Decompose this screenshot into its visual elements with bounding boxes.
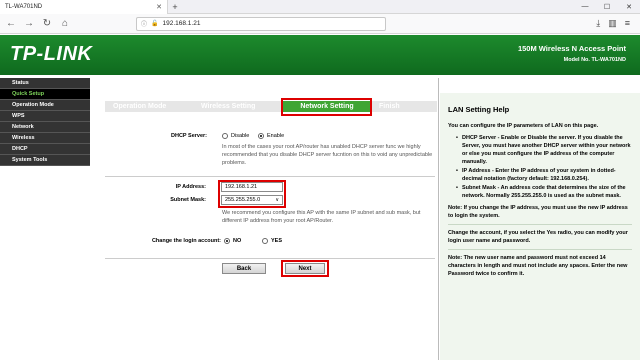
login-yes-radio[interactable]	[262, 238, 268, 244]
tplink-logo: TP-LINK	[10, 43, 93, 65]
step-operation-mode: Operation Mode	[113, 103, 167, 110]
step-wireless-setting: Wireless Setting	[201, 103, 256, 110]
help-change-account: Change the account, if you select the Ye…	[448, 230, 628, 244]
product-name: 150M Wireless N Access Point	[517, 44, 626, 53]
dhcp-disable-option[interactable]: Disable	[222, 133, 249, 139]
dhcp-enable-option[interactable]: Enable	[258, 133, 284, 139]
menu-item-wps[interactable]: WPS	[0, 111, 90, 122]
login-no-radio[interactable]	[224, 238, 230, 244]
highlight-ip-fields	[218, 180, 286, 208]
login-no-label: NO	[233, 238, 242, 244]
dhcp-enable-label: Enable	[267, 133, 285, 139]
tab-title: TL-WA701ND	[5, 3, 43, 10]
wizard-steps: Operation Mode Wireless Setting Network …	[105, 101, 437, 112]
login-yes-label: YES	[271, 238, 283, 244]
menu-item-wireless[interactable]: Wireless	[0, 133, 90, 144]
highlight-next-button	[281, 260, 329, 277]
dhcp-note: In most of the cases your root AP/router…	[222, 144, 433, 166]
browser-navbar: ← → ↻ ⌂ ⓘ 🔓 192.168.1.21 ⤓ ▥ ≡	[0, 14, 640, 34]
back-icon[interactable]: ←	[4, 17, 18, 31]
menu-item-dhcp[interactable]: DHCP	[0, 144, 90, 155]
back-button[interactable]: Back	[222, 263, 266, 274]
ip-address-label: IP Address:	[175, 184, 206, 190]
forward-icon[interactable]: →	[22, 17, 36, 31]
sidebar-menu: Status Quick Setup Operation Mode WPS Ne…	[0, 78, 90, 166]
login-yes-option[interactable]: YES	[262, 238, 282, 244]
menu-item-operation-mode[interactable]: Operation Mode	[0, 100, 90, 111]
menu-item-network[interactable]: Network	[0, 122, 90, 133]
new-tab-icon[interactable]: +	[168, 2, 182, 12]
help-bullets: DHCP Server - Enable or Disable the serv…	[448, 134, 632, 200]
help-note-ip: Note: If you change the IP address, you …	[448, 205, 628, 219]
url-text[interactable]: 192.168.1.21	[163, 20, 201, 27]
dhcp-label: DHCP Server:	[171, 133, 207, 139]
close-window-icon[interactable]: ✕	[618, 3, 640, 11]
library-icon[interactable]: ▥	[608, 18, 617, 29]
help-bullet-mask: Subnet Mask - An address code that deter…	[456, 184, 632, 200]
dhcp-disable-radio[interactable]	[222, 133, 228, 139]
home-icon[interactable]: ⌂	[58, 17, 72, 31]
help-bullet-dhcp: DHCP Server - Enable or Disable the serv…	[456, 134, 632, 166]
tab-close-icon[interactable]: ✕	[156, 3, 162, 11]
help-intro: You can configure the IP parameters of L…	[448, 123, 599, 129]
window-controls: — ☐ ✕	[574, 3, 640, 11]
maximize-icon[interactable]: ☐	[596, 3, 618, 11]
login-account-label: Change the login account:	[151, 238, 221, 244]
help-note-password: Note: The new user name and password mus…	[448, 255, 628, 277]
info-icon[interactable]: ⓘ	[141, 19, 147, 28]
help-bullet-ip: IP Address - Enter the IP address of you…	[456, 167, 632, 183]
minimize-icon[interactable]: —	[574, 3, 596, 11]
insecure-lock-icon[interactable]: 🔓	[151, 20, 158, 27]
menu-item-status[interactable]: Status	[0, 78, 90, 89]
divider	[105, 258, 435, 259]
menu-icon[interactable]: ≡	[625, 18, 630, 29]
dhcp-enable-radio[interactable]	[258, 133, 264, 139]
download-icon[interactable]: ⤓	[596, 18, 600, 29]
help-divider	[448, 249, 632, 250]
help-panel: LAN Setting Help You can configure the I…	[440, 93, 640, 360]
dhcp-disable-label: Disable	[231, 133, 250, 139]
page-header: TP-LINK 150M Wireless N Access Point Mod…	[0, 35, 640, 75]
ip-note: We recommend you configure this AP with …	[222, 210, 421, 224]
browser-titlebar: TL-WA701ND ✕ + — ☐ ✕	[0, 0, 640, 14]
divider	[105, 176, 435, 177]
menu-item-system-tools[interactable]: System Tools	[0, 155, 90, 166]
model-number: Model No. TL-WA701ND	[563, 57, 626, 63]
login-no-option[interactable]: NO	[224, 238, 241, 244]
step-finish: Finish	[379, 103, 400, 110]
menu-item-quick-setup[interactable]: Quick Setup	[0, 89, 90, 100]
reload-icon[interactable]: ↻	[40, 17, 54, 31]
subnet-mask-label: Subnet Mask:	[170, 197, 206, 203]
help-title: LAN Setting Help	[448, 105, 510, 114]
browser-tab[interactable]: TL-WA701ND ✕	[0, 0, 168, 14]
url-bar[interactable]: ⓘ 🔓 192.168.1.21	[136, 16, 386, 31]
help-divider	[448, 224, 632, 225]
highlight-network-setting	[281, 98, 372, 116]
